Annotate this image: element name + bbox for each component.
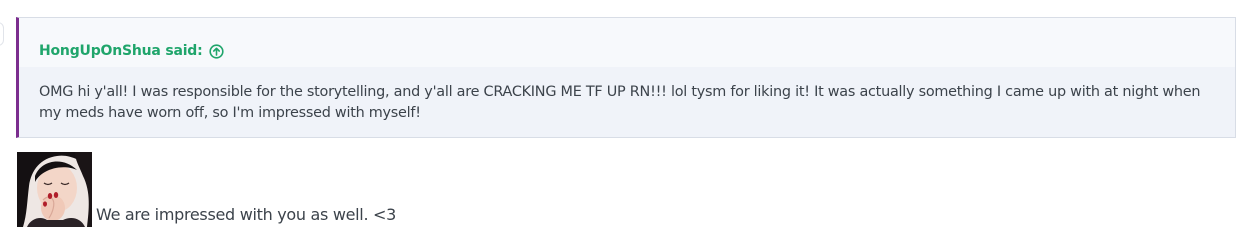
person-photo [17, 152, 92, 227]
quote-block: HongUpOnShua said: OMG hi y'all! I was r… [16, 17, 1236, 138]
quote-header: HongUpOnShua said: [19, 18, 1235, 67]
arrow-up-circle-icon[interactable] [208, 43, 224, 59]
post-body: HongUpOnShua said: OMG hi y'all! I was r… [0, 0, 1246, 240]
quote-content: OMG hi y'all! I was responsible for the … [19, 67, 1235, 137]
quote-author[interactable]: HongUpOnShua said: [39, 43, 203, 59]
avatar-edge [0, 22, 4, 46]
reply-text: We are impressed with you as well. <3 [96, 205, 397, 224]
